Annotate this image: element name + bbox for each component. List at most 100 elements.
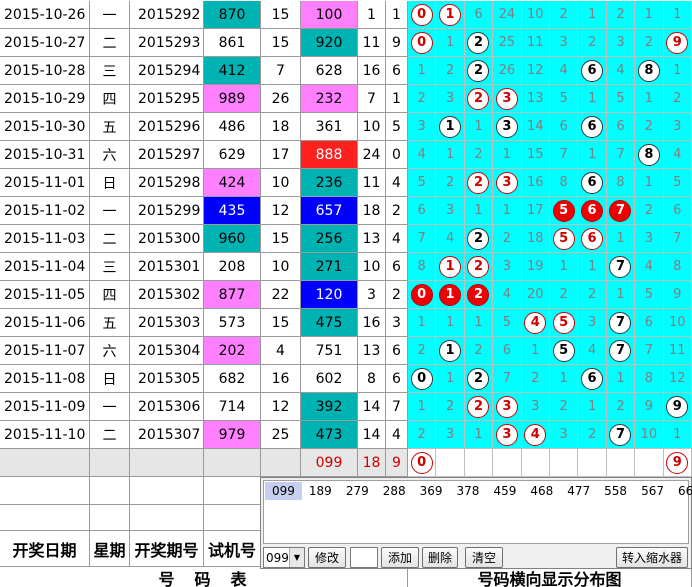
cell-prize: 100 bbox=[301, 1, 358, 29]
dist-cell: 2 bbox=[550, 393, 579, 421]
chevron-down-icon[interactable]: ▼ bbox=[289, 548, 304, 567]
cell-prize: 236 bbox=[301, 169, 358, 197]
dist-cell: 6 bbox=[493, 337, 522, 365]
dist-cell: 3 bbox=[606, 29, 636, 57]
dist-cell: 8 bbox=[663, 253, 692, 281]
cell-p_sum: 13 bbox=[358, 225, 386, 253]
cell-p_sum: 13 bbox=[358, 337, 386, 365]
dist-cell: 2 bbox=[464, 337, 494, 365]
candidate-tag[interactable]: 378 bbox=[450, 482, 487, 500]
candidate-tag[interactable]: 288 bbox=[376, 482, 413, 500]
hit-digit-marker: 7 bbox=[609, 423, 632, 446]
candidate-tag[interactable]: 567 bbox=[634, 482, 671, 500]
dist-cell: 2 bbox=[606, 1, 636, 29]
candidate-tag[interactable]: 459 bbox=[486, 482, 523, 500]
header-trial: 试机号 bbox=[204, 531, 261, 567]
candidate-tag[interactable]: 666 bbox=[671, 482, 692, 500]
cell-date: 2015-11-06 bbox=[0, 309, 90, 337]
dist-cell: 5 bbox=[663, 169, 692, 197]
dist-cell: 6 bbox=[578, 225, 607, 253]
hit-digit-marker: 2 bbox=[467, 395, 490, 418]
header-week: 星期 bbox=[90, 531, 130, 567]
header-date: 开奖日期 bbox=[0, 531, 90, 567]
cell-p_span: 9 bbox=[386, 29, 408, 57]
hit-digit-marker: 7 bbox=[609, 199, 632, 222]
candidate-tag[interactable]: 189 bbox=[302, 482, 339, 500]
cell-issue: 2015293 bbox=[130, 29, 204, 57]
cell-p_sum: 1 bbox=[358, 1, 386, 29]
cell-p_sum: 18 bbox=[358, 197, 386, 225]
cell-p_span: 1 bbox=[386, 1, 408, 29]
candidate-tag[interactable]: 099 bbox=[265, 482, 302, 500]
pending-dist-cell bbox=[436, 449, 465, 477]
cell-t_sum: 15 bbox=[261, 225, 301, 253]
dist-cell: 6 bbox=[550, 113, 579, 141]
hit-digit-marker: 5 bbox=[552, 199, 575, 222]
dist-cell: 25 bbox=[493, 29, 522, 57]
cell-wk: 三 bbox=[90, 57, 130, 85]
candidate-tag[interactable]: 468 bbox=[523, 482, 560, 500]
dist-cell: 2 bbox=[464, 281, 494, 309]
candidate-list[interactable]: 099189279288369378459468477558567666 bbox=[263, 480, 692, 544]
hit-digit-marker: 1 bbox=[439, 339, 462, 362]
candidate-tag[interactable]: 558 bbox=[597, 482, 634, 500]
candidate-tags: 099189279288369378459468477558567666 bbox=[265, 482, 692, 500]
cell-p_span: 7 bbox=[386, 393, 408, 421]
dist-cell: 11 bbox=[521, 29, 550, 57]
dist-cell: 5 bbox=[606, 85, 636, 113]
dist-cell: 6 bbox=[578, 197, 607, 225]
delete-button[interactable]: 删除 bbox=[422, 547, 458, 568]
cell-date: 2015-11-02 bbox=[0, 197, 90, 225]
cell-trial: 989 bbox=[204, 85, 261, 113]
cell-p_sum: 24 bbox=[358, 141, 386, 169]
number-input[interactable] bbox=[350, 547, 378, 568]
hit-digit-marker: 2 bbox=[467, 367, 490, 390]
import-to-reducer-button[interactable]: 转入缩水器 bbox=[616, 547, 688, 568]
dist-cell: 2 bbox=[436, 57, 465, 85]
dist-cell: 3 bbox=[493, 113, 522, 141]
dist-cell: 2 bbox=[464, 29, 494, 57]
dist-cell: 18 bbox=[521, 225, 550, 253]
cell-date: 2015-10-26 bbox=[0, 1, 90, 29]
candidate-tag[interactable]: 279 bbox=[339, 482, 376, 500]
hit-digit-marker: 0 bbox=[410, 3, 433, 26]
dist-cell: 6 bbox=[663, 197, 692, 225]
dist-cell: 3 bbox=[550, 29, 579, 57]
footer-number-table-title: 号 码 表 bbox=[0, 567, 408, 587]
cell-p_sum: 8 bbox=[358, 365, 386, 393]
add-button[interactable]: 添加 bbox=[381, 547, 419, 568]
candidate-tag[interactable]: 477 bbox=[560, 482, 597, 500]
hit-digit-marker: 6 bbox=[581, 171, 604, 194]
dist-cell: 1 bbox=[464, 113, 494, 141]
dist-cell: 4 bbox=[578, 337, 607, 365]
cell-t_sum: 10 bbox=[261, 253, 301, 281]
clear-button[interactable]: 清空 bbox=[465, 547, 503, 568]
hit-digit-marker: 6 bbox=[581, 59, 604, 82]
dist-cell: 19 bbox=[521, 253, 550, 281]
dist-cell: 2 bbox=[663, 85, 692, 113]
pending-cell-p_span: 9 bbox=[386, 449, 408, 477]
blank-cell bbox=[90, 505, 130, 531]
dist-cell: 6 bbox=[578, 113, 607, 141]
dist-cell: 9 bbox=[663, 281, 692, 309]
dist-cell: 1 bbox=[408, 57, 437, 85]
pending-dist-cell: 0 bbox=[408, 449, 437, 477]
candidate-tag[interactable]: 369 bbox=[413, 482, 450, 500]
cell-wk: 日 bbox=[90, 169, 130, 197]
cell-p_span: 4 bbox=[386, 169, 408, 197]
pending-cell-issue bbox=[130, 449, 204, 477]
pending-cell-t_sum bbox=[261, 449, 301, 477]
pending-dist-cell bbox=[635, 449, 664, 477]
dist-cell: 14 bbox=[521, 113, 550, 141]
number-select[interactable]: 099 ▼ bbox=[263, 547, 305, 568]
cell-wk: 四 bbox=[90, 85, 130, 113]
modify-button[interactable]: 修改 bbox=[308, 547, 346, 568]
cell-trial: 412 bbox=[204, 57, 261, 85]
dist-cell: 17 bbox=[521, 197, 550, 225]
pending-dist-cell bbox=[464, 449, 494, 477]
dist-cell: 7 bbox=[606, 309, 636, 337]
cell-issue: 2015294 bbox=[130, 57, 204, 85]
dist-cell: 3 bbox=[578, 309, 607, 337]
dist-cell: 0 bbox=[408, 281, 437, 309]
hit-digit-marker: 8 bbox=[637, 59, 660, 82]
